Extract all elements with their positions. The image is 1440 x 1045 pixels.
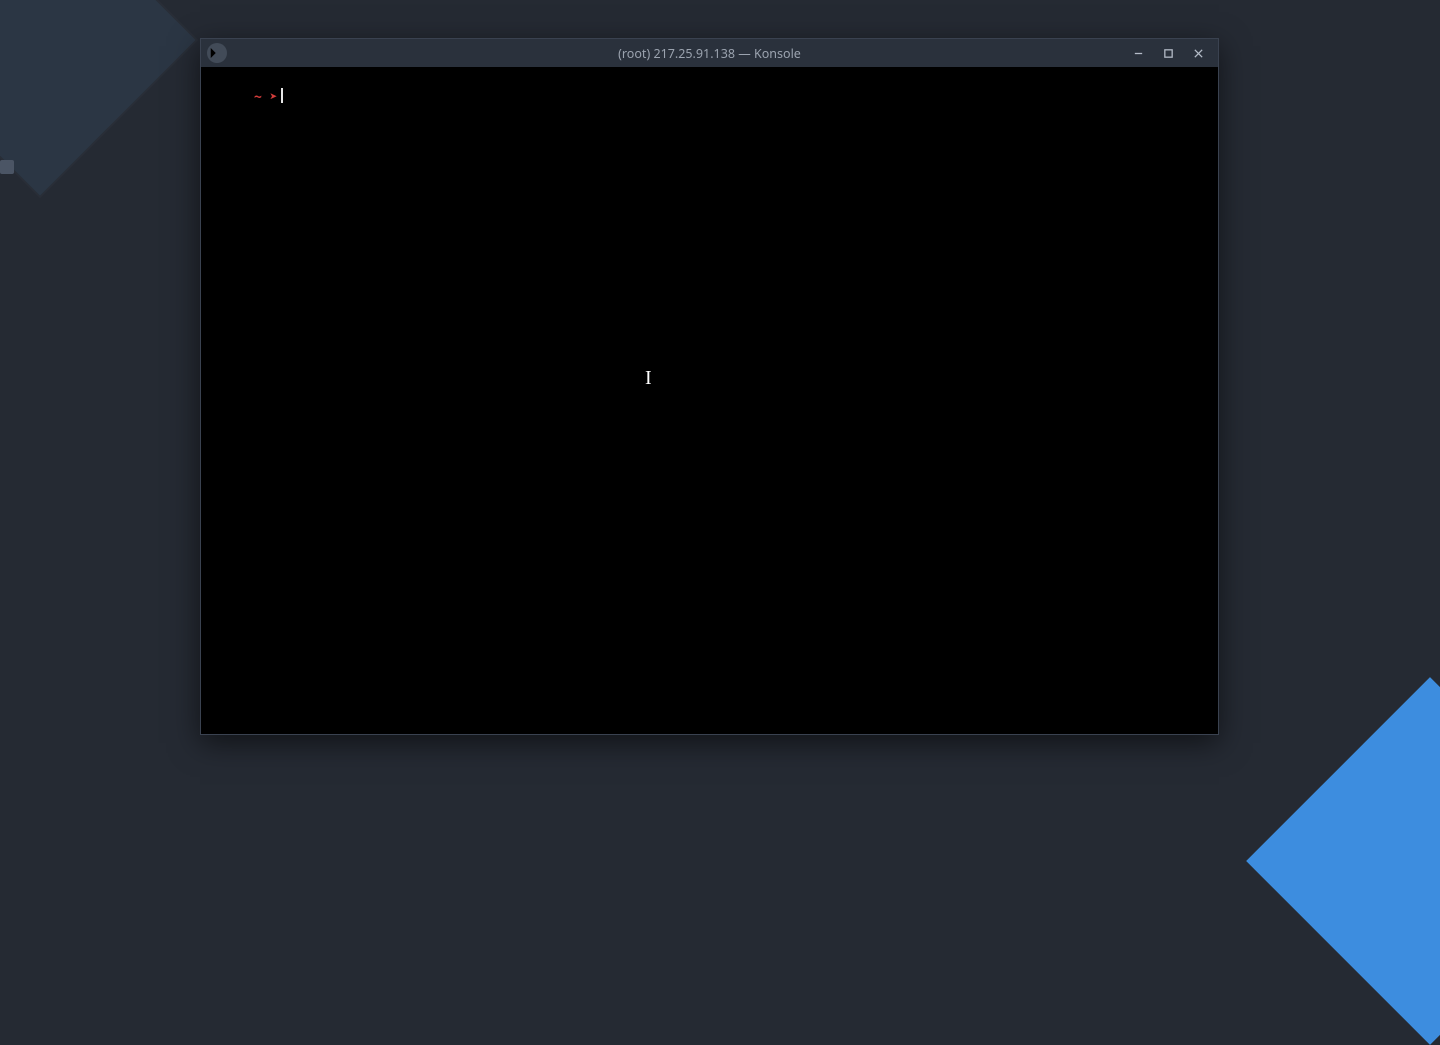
mouse-ibeam-cursor: I — [645, 367, 652, 390]
panel-edge — [0, 160, 14, 174]
terminal-icon — [207, 43, 227, 63]
prompt-cwd: ~ — [254, 90, 262, 105]
minimize-icon — [1133, 48, 1144, 59]
close-button[interactable] — [1188, 43, 1208, 63]
prompt-arrow: ➤ — [270, 90, 278, 105]
window-titlebar[interactable]: (root) 217.25.91.138 — Konsole — [201, 39, 1218, 67]
prompt-line: ~ ➤ — [207, 73, 1212, 120]
maximize-icon — [1163, 48, 1174, 59]
minimize-button[interactable] — [1128, 43, 1148, 63]
konsole-window: (root) 217.25.91.138 — Konsole ~ ➤ I — [200, 38, 1219, 735]
close-icon — [1193, 48, 1204, 59]
maximize-button[interactable] — [1158, 43, 1178, 63]
wallpaper-shape-bottom-right — [1246, 677, 1440, 1045]
window-controls — [1128, 43, 1214, 63]
text-cursor — [281, 88, 283, 103]
window-title: (root) 217.25.91.138 — Konsole — [201, 45, 1218, 62]
terminal-viewport[interactable]: ~ ➤ I — [201, 67, 1218, 734]
wallpaper-shape-top-left — [0, 0, 196, 196]
